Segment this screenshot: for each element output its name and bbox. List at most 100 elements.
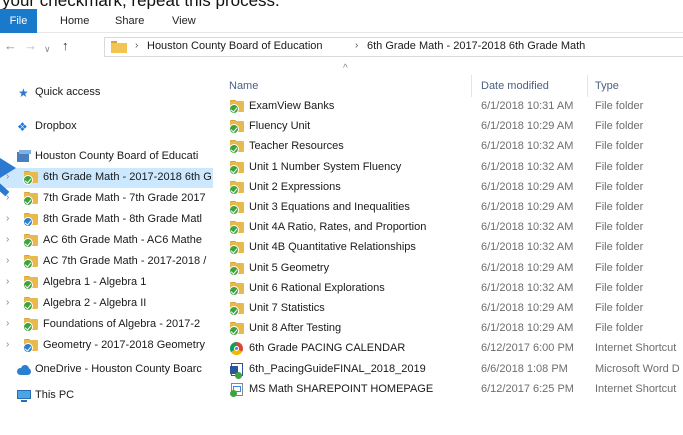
- folder-icon: [229, 302, 244, 316]
- tab-view[interactable]: View: [172, 9, 196, 33]
- sort-ascending-icon: ^: [343, 63, 348, 74]
- synced-folder-icon: [23, 213, 38, 227]
- file-type: File folder: [595, 261, 644, 274]
- file-type: File folder: [595, 241, 644, 254]
- sidebar-item-ac6[interactable]: › AC 6th Grade Math - AC6 Mathe: [0, 231, 213, 251]
- sidebar-item-this-pc[interactable]: This PC: [0, 386, 213, 406]
- file-type: File folder: [595, 180, 644, 193]
- file-name: Unit 6 Rational Explorations: [249, 281, 385, 294]
- column-header-type[interactable]: Type: [588, 61, 683, 97]
- sidebar-item-label: Algebra 2 - Algebra II: [43, 297, 147, 309]
- file-row[interactable]: Unit 4A Ratio, Rates, and Proportion 6/1/…: [213, 218, 683, 238]
- file-row[interactable]: Fluency Unit 6/1/2018 10:29 AM File folder: [213, 117, 683, 137]
- file-row[interactable]: Teacher Resources 6/1/2018 10:32 AM File f…: [213, 137, 683, 157]
- recent-dropdown-icon[interactable]: ∨: [44, 42, 51, 56]
- synced-folder-icon: [23, 192, 38, 206]
- chevron-right-icon[interactable]: ›: [6, 297, 9, 308]
- file-row[interactable]: Unit 3 Equations and Inequalities 6/1/201…: [213, 198, 683, 218]
- star-icon: ★: [18, 86, 29, 100]
- column-header-date[interactable]: Date modified: [472, 61, 587, 97]
- sidebar-item-label: Algebra 1 - Algebra 1: [43, 276, 147, 288]
- file-row[interactable]: 6th Grade PACING CALENDAR 6/12/2017 6:00 …: [213, 339, 683, 359]
- file-row[interactable]: Unit 6 Rational Explorations 6/1/2018 10:…: [213, 279, 683, 299]
- file-row[interactable]: 6th_PacingGuideFINAL_2018_2019 6/6/2018 1…: [213, 360, 683, 380]
- file-row[interactable]: Unit 8 After Testing 6/1/2018 10:29 AM Fil…: [213, 319, 683, 339]
- synced-folder-icon: [23, 297, 38, 311]
- file-row[interactable]: Unit 5 Geometry 6/1/2018 10:29 AM File fol…: [213, 259, 683, 279]
- sidebar-item-dropbox[interactable]: ❖ Dropbox: [0, 117, 213, 137]
- file-date-modified: 6/1/2018 10:29 AM: [481, 201, 574, 213]
- file-name: Fluency Unit: [249, 120, 311, 133]
- synced-folder-icon: [23, 276, 38, 290]
- sidebar-item-7th-grade[interactable]: › 7th Grade Math - 7th Grade 2017: [0, 189, 213, 209]
- folder-icon: [229, 180, 244, 195]
- file-name: Unit 8 After Testing: [249, 322, 342, 335]
- annotation-arrow-icon: [0, 158, 16, 178]
- link-shortcut-icon: [230, 382, 244, 397]
- file-type: File folder: [595, 221, 644, 234]
- column-header-label: Name: [229, 80, 259, 92]
- tab-share[interactable]: Share: [115, 9, 144, 33]
- sidebar-item-foundations[interactable]: › Foundations of Algebra - 2017-2: [0, 315, 213, 335]
- word-doc-icon: [230, 362, 244, 379]
- breadcrumb-separator-icon: ›: [355, 40, 359, 51]
- tab-home[interactable]: Home: [60, 9, 89, 33]
- file-type: File folder: [595, 160, 644, 173]
- sidebar-item-geometry[interactable]: › Geometry - 2017-2018 Geometry: [0, 336, 213, 356]
- sidebar-item-label: Houston County Board of Educati: [35, 150, 199, 162]
- file-date-modified: 6/1/2018 10:32 AM: [481, 281, 574, 294]
- file-name: Unit 1 Number System Fluency: [249, 160, 402, 173]
- file-row[interactable]: ExamView Banks 6/1/2018 10:31 AM File fold…: [213, 97, 683, 117]
- synced-folder-icon: [23, 339, 38, 353]
- breadcrumb-houston[interactable]: Houston County Board of Education: [147, 40, 323, 52]
- file-row[interactable]: Unit 7 Statistics 6/1/2018 10:29 AM File f…: [213, 299, 683, 319]
- forward-arrow-icon[interactable]: →: [24, 39, 37, 53]
- sidebar-item-quick-access[interactable]: ★ Quick access: [0, 83, 213, 103]
- sidebar-item-label: Geometry - 2017-2018 Geometry: [43, 339, 206, 351]
- chevron-right-icon[interactable]: ›: [6, 276, 9, 287]
- back-arrow-icon[interactable]: ←: [4, 39, 17, 53]
- sidebar-item-houston[interactable]: Houston County Board of Educati: [0, 147, 213, 167]
- column-header-name[interactable]: ^ Name: [213, 61, 468, 97]
- sidebar-item-8th-grade[interactable]: › 8th Grade Math - 8th Grade Matl: [0, 210, 213, 230]
- tab-file[interactable]: File: [0, 9, 37, 33]
- caption-text: your checkmark, repeat this process.: [0, 0, 280, 9]
- file-name: Unit 4B Quantitative Relationships: [249, 241, 416, 254]
- synced-folder-icon: [23, 171, 38, 185]
- file-type: Internet Shortcut: [595, 382, 677, 395]
- file-row[interactable]: Unit 4B Quantitative Relationships 6/1/20…: [213, 238, 683, 258]
- folder-icon: [229, 322, 244, 337]
- folder-icon: [229, 241, 244, 256]
- ribbon: File Home Share View: [0, 9, 683, 33]
- sidebar-item-ac7[interactable]: › AC 7th Grade Math - 2017-2018 /: [0, 252, 213, 272]
- file-type: Microsoft Word D: [595, 362, 680, 375]
- breadcrumb-6th-grade[interactable]: 6th Grade Math - 2017-2018 6th Grade Mat…: [367, 40, 585, 52]
- synced-folder-icon: [23, 255, 38, 269]
- address-bar[interactable]: › Houston County Board of Education › 6t…: [104, 37, 683, 57]
- file-date-modified: 6/1/2018 10:29 AM: [481, 322, 574, 335]
- sidebar-item-6th-grade[interactable]: › 6th Grade Math - 2017-2018 6th G: [0, 168, 213, 188]
- file-name: ExamView Banks: [249, 100, 335, 112]
- synced-folder-icon: [23, 234, 38, 248]
- address-row: ← → ∨ ↑ › Houston County Board of Educat…: [0, 33, 683, 61]
- folder-icon: [229, 100, 244, 114]
- dropbox-icon: ❖: [17, 120, 28, 134]
- file-list: ^ Name Date modified Type ExamView Banks…: [213, 61, 683, 435]
- sidebar-item-algebra2[interactable]: › Algebra 2 - Algebra II: [0, 294, 213, 314]
- file-row[interactable]: MS Math SHAREPOINT HOMEPAGE 6/12/2017 6:2…: [213, 380, 683, 400]
- file-date-modified: 6/1/2018 10:29 AM: [481, 120, 574, 133]
- sidebar-item-label: OneDrive - Houston County Boarc: [35, 363, 202, 375]
- chevron-right-icon[interactable]: ›: [6, 339, 9, 350]
- chevron-right-icon[interactable]: ›: [6, 213, 9, 224]
- folder-icon: [229, 281, 244, 296]
- chevron-right-icon[interactable]: ›: [6, 234, 9, 245]
- file-row[interactable]: Unit 1 Number System Fluency 6/1/2018 10:…: [213, 158, 683, 178]
- chevron-right-icon[interactable]: ›: [6, 318, 9, 329]
- file-row[interactable]: Unit 2 Expressions 6/1/2018 10:29 AM File …: [213, 178, 683, 198]
- chevron-right-icon[interactable]: ›: [6, 255, 9, 266]
- folder-icon: [229, 201, 244, 215]
- up-arrow-icon[interactable]: ↑: [62, 39, 69, 53]
- sidebar-item-algebra1[interactable]: › Algebra 1 - Algebra 1: [0, 273, 213, 293]
- sidebar-item-onedrive[interactable]: OneDrive - Houston County Boarc: [0, 360, 213, 380]
- sharepoint-library-icon: [17, 150, 31, 163]
